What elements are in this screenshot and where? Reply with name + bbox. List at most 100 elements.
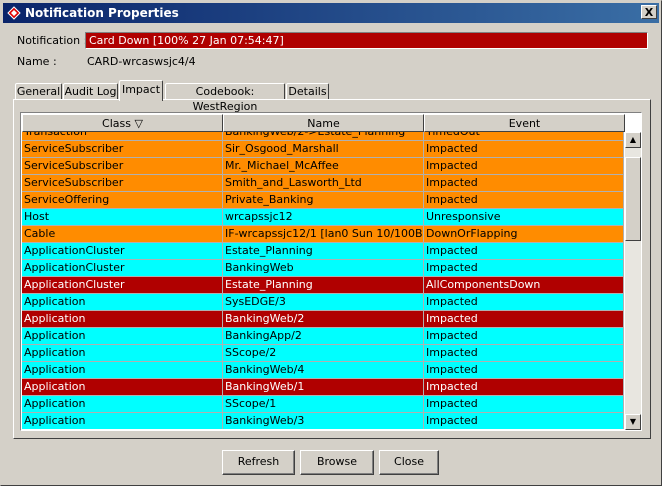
impact-table: Class ▽ Name Event TransactionBankingWeb…: [20, 112, 642, 431]
cell-class: ApplicationCluster: [22, 260, 223, 277]
cell-name: Estate_Planning: [223, 277, 424, 294]
table-row[interactable]: ServiceSubscriber Sir_Osgood_Marshall Impa…: [22, 141, 624, 158]
name-label: Name :: [17, 55, 57, 68]
cell-event: Impacted: [424, 328, 624, 345]
cell-class: Application: [22, 311, 223, 328]
cell-name: Estate_Planning: [223, 243, 424, 260]
cell-name: Smith_and_Lasworth_Ltd: [223, 175, 424, 192]
table-row[interactable]: Cable IF-wrcapssjc12/1 [lan0 Sun 10/100Ba…: [22, 226, 624, 243]
cell-class: Application: [22, 362, 223, 379]
cell-event: Impacted: [424, 311, 624, 328]
cell-event: Impacted: [424, 294, 624, 311]
close-button[interactable]: Close: [379, 450, 439, 475]
column-header-class[interactable]: Class ▽: [22, 114, 223, 132]
table-row[interactable]: TransactionBankingWeb/2->Estate_Planning…: [22, 132, 624, 141]
arrow-up-icon: ▲: [629, 135, 637, 144]
cell-event: AllComponentsDown: [424, 277, 624, 294]
cell-class: Application: [22, 396, 223, 413]
cell-class: Cable: [22, 226, 223, 243]
tab-impact[interactable]: Impact: [119, 80, 163, 101]
table-row[interactable]: ApplicationCluster Estate_Planning Impacte…: [22, 243, 624, 260]
sort-descending-icon: ▽: [134, 117, 143, 130]
cell-event: Impacted: [424, 243, 624, 260]
cell-name: BankingWeb/3: [223, 413, 424, 429]
cell-name: SScope/1: [223, 396, 424, 413]
cell-class: ServiceSubscriber: [22, 158, 223, 175]
cell-event: Impacted: [424, 192, 624, 209]
table-body: TransactionBankingWeb/2->Estate_Planning…: [22, 132, 624, 429]
cell-class: ApplicationCluster: [22, 243, 223, 260]
cell-event: Impacted: [424, 141, 624, 158]
cell-event: DownOrFlapping: [424, 226, 624, 243]
cell-name: IF-wrcapssjc12/1 [lan0 Sun 10/100Bas...: [223, 226, 424, 243]
cell-event: Impacted: [424, 362, 624, 379]
cell-name: SScope/2: [223, 345, 424, 362]
cell-name: Sir_Osgood_Marshall: [223, 141, 424, 158]
column-header-name[interactable]: Name: [223, 114, 424, 132]
cell-name: Mr._Michael_McAffee: [223, 158, 424, 175]
cell-class: ServiceOffering: [22, 192, 223, 209]
app-diamond-icon: [7, 6, 21, 20]
table-row[interactable]: Application SScope/2 Impacted: [22, 345, 624, 362]
browse-button[interactable]: Browse: [300, 450, 374, 475]
table-row[interactable]: ServiceSubscriber Mr._Michael_McAffee Impa…: [22, 158, 624, 175]
table-row[interactable]: ApplicationCluster BankingWeb Impacted: [22, 260, 624, 277]
cell-class: Application: [22, 328, 223, 345]
vertical-scrollbar[interactable]: ▲ ▼: [625, 132, 641, 430]
scrollbar-thumb[interactable]: [625, 157, 641, 241]
cell-name: SysEDGE/3: [223, 294, 424, 311]
table-row[interactable]: Application SysEDGE/3 Impacted: [22, 294, 624, 311]
cell-event: Unresponsive: [424, 209, 624, 226]
close-icon: X: [644, 6, 654, 19]
title-bar[interactable]: Notification Properties X: [3, 3, 659, 23]
table-row[interactable]: ServiceOffering Private_Banking Impacted: [22, 192, 624, 209]
cell-event: Impacted: [424, 158, 624, 175]
table-row[interactable]: Host wrcapssjc12 Unresponsive: [22, 209, 624, 226]
cell-class: ServiceSubscriber: [22, 175, 223, 192]
cell-event: Impacted: [424, 175, 624, 192]
cell-name: BankingWeb/2->Estate_Planning: [223, 132, 424, 141]
arrow-down-icon: ▼: [629, 417, 637, 426]
scroll-up-button[interactable]: ▲: [625, 132, 641, 148]
scroll-down-button[interactable]: ▼: [625, 414, 641, 430]
cell-class: Host: [22, 209, 223, 226]
cell-event: Impacted: [424, 345, 624, 362]
table-row[interactable]: Application BankingApp/2 Impacted: [22, 328, 624, 345]
table-row[interactable]: ApplicationCluster Estate_Planning AllComp…: [22, 277, 624, 294]
notification-properties-window: Notification Properties X Notification :…: [0, 0, 662, 486]
cell-class: ApplicationCluster: [22, 277, 223, 294]
cell-name: BankingWeb/4: [223, 362, 424, 379]
cell-name: wrcapssjc12: [223, 209, 424, 226]
close-window-button[interactable]: X: [641, 5, 657, 19]
cell-name: Private_Banking: [223, 192, 424, 209]
window-title: Notification Properties: [25, 6, 179, 20]
cell-class: ServiceSubscriber: [22, 141, 223, 158]
column-header-event[interactable]: Event: [424, 114, 625, 132]
tab-general[interactable]: General: [15, 83, 62, 100]
cell-class: Transaction: [22, 132, 223, 141]
tab-codebook[interactable]: Codebook: WestRegion: [165, 83, 285, 113]
tab-details[interactable]: Details: [286, 83, 329, 100]
table-row[interactable]: Application BankingWeb/1 Impacted: [22, 379, 624, 396]
cell-event: Impacted: [424, 413, 624, 429]
table-row[interactable]: Application BankingWeb/3 Impacted: [22, 413, 624, 429]
tab-audit-log[interactable]: Audit Log: [63, 83, 118, 100]
cell-event: TimedOut: [424, 132, 624, 141]
cell-event: Impacted: [424, 379, 624, 396]
cell-class: Application: [22, 413, 223, 429]
cell-name: BankingWeb: [223, 260, 424, 277]
table-row[interactable]: ServiceSubscriber Smith_and_Lasworth_Ltd I…: [22, 175, 624, 192]
notification-value: Card Down [100% 27 Jan 07:54:47]: [85, 32, 648, 49]
name-value: CARD-wrcaswsjc4/4: [87, 55, 196, 68]
table-row[interactable]: Application BankingWeb/2 Impacted: [22, 311, 624, 328]
table-row[interactable]: Application SScope/1 Impacted: [22, 396, 624, 413]
cell-class: Application: [22, 294, 223, 311]
table-row[interactable]: Application BankingWeb/4 Impacted: [22, 362, 624, 379]
refresh-button[interactable]: Refresh: [222, 450, 295, 475]
cell-class: Application: [22, 345, 223, 362]
cell-name: BankingWeb/1: [223, 379, 424, 396]
notification-label: Notification :: [17, 34, 88, 47]
row-stack: TransactionBankingWeb/2->Estate_Planning…: [22, 132, 624, 429]
cell-event: Impacted: [424, 260, 624, 277]
cell-event: Impacted: [424, 396, 624, 413]
